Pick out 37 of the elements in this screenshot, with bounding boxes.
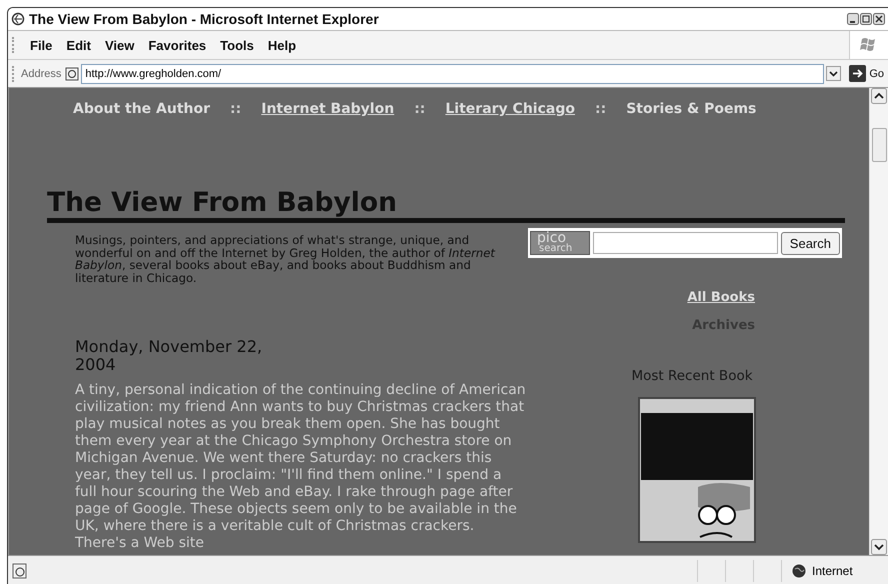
- minimize-button[interactable]: [847, 13, 859, 25]
- recent-book-heading: Most Recent Book: [630, 368, 754, 384]
- search-field[interactable]: [593, 232, 778, 254]
- post-date: Monday, November 22, 2004: [75, 338, 264, 374]
- book-cover-drawing[interactable]: [638, 397, 756, 543]
- menu-item[interactable]: File: [23, 36, 60, 54]
- nav-link[interactable]: Literary Chicago: [445, 101, 575, 117]
- site-description: Musings, pointers, and appreciations of what's strange, unique, and wonderful on and off the Internet by Greg Holden, the author of Internet Babylon, several books about eBay, and books about Buddhism and literature in Chicago.: [75, 234, 496, 284]
- maximize-button[interactable]: [860, 13, 872, 25]
- page-icon: [65, 66, 80, 80]
- globe-icon: [792, 564, 806, 578]
- nav-separator: ::: [414, 101, 426, 117]
- menu-item[interactable]: Help: [260, 36, 304, 54]
- nav-link[interactable]: Internet Babylon: [261, 101, 394, 117]
- menu-item[interactable]: Tools: [213, 36, 261, 54]
- scroll-down-button[interactable]: [871, 539, 887, 555]
- scrollbar-thumb[interactable]: [872, 128, 886, 162]
- close-button[interactable]: [873, 13, 885, 25]
- menu-item[interactable]: View: [98, 36, 142, 54]
- sidebar-link[interactable]: All Books: [687, 284, 755, 312]
- security-zone: Internet: [812, 564, 853, 578]
- menu-item[interactable]: Favorites: [141, 36, 214, 54]
- address-field[interactable]: http://www.gregholden.com/: [81, 64, 824, 84]
- page-icon: [12, 562, 28, 578]
- search-button[interactable]: Search: [780, 232, 840, 254]
- site-heading: The View From Babylon: [47, 187, 845, 223]
- window-title: The View From Babylon - Microsoft Internet Explorer: [29, 11, 380, 27]
- menu-item[interactable]: Edit: [59, 36, 98, 54]
- nav-link[interactable]: Stories & Poems: [626, 101, 756, 117]
- scroll-up-button[interactable]: [871, 88, 887, 104]
- nav-link[interactable]: About the Author: [73, 101, 210, 117]
- search-logo: pico search: [530, 231, 590, 255]
- nav-separator: ::: [594, 101, 606, 117]
- nav-separator: ::: [230, 101, 242, 117]
- go-button[interactable]: Go: [845, 65, 884, 82]
- address-label: Address: [21, 68, 62, 80]
- post-body: A tiny, personal indication of the continuing decline of American civilization: my friend Ann wants to buy Christmas crackers that play musical notes as you break them open. She has bought them every year at the Chicago Symphony Orchestra store on Michigan Avenue. We went there Saturday: no crackers this year, they tell us. I proclaim: "I'll find them online." I spend a full hour scouring the Web and eBay. I rake through page after page of Google. These objects seem only to be available in the UK, where there is a veritable cult of Christmas crackers. There's a Web site: [75, 382, 527, 552]
